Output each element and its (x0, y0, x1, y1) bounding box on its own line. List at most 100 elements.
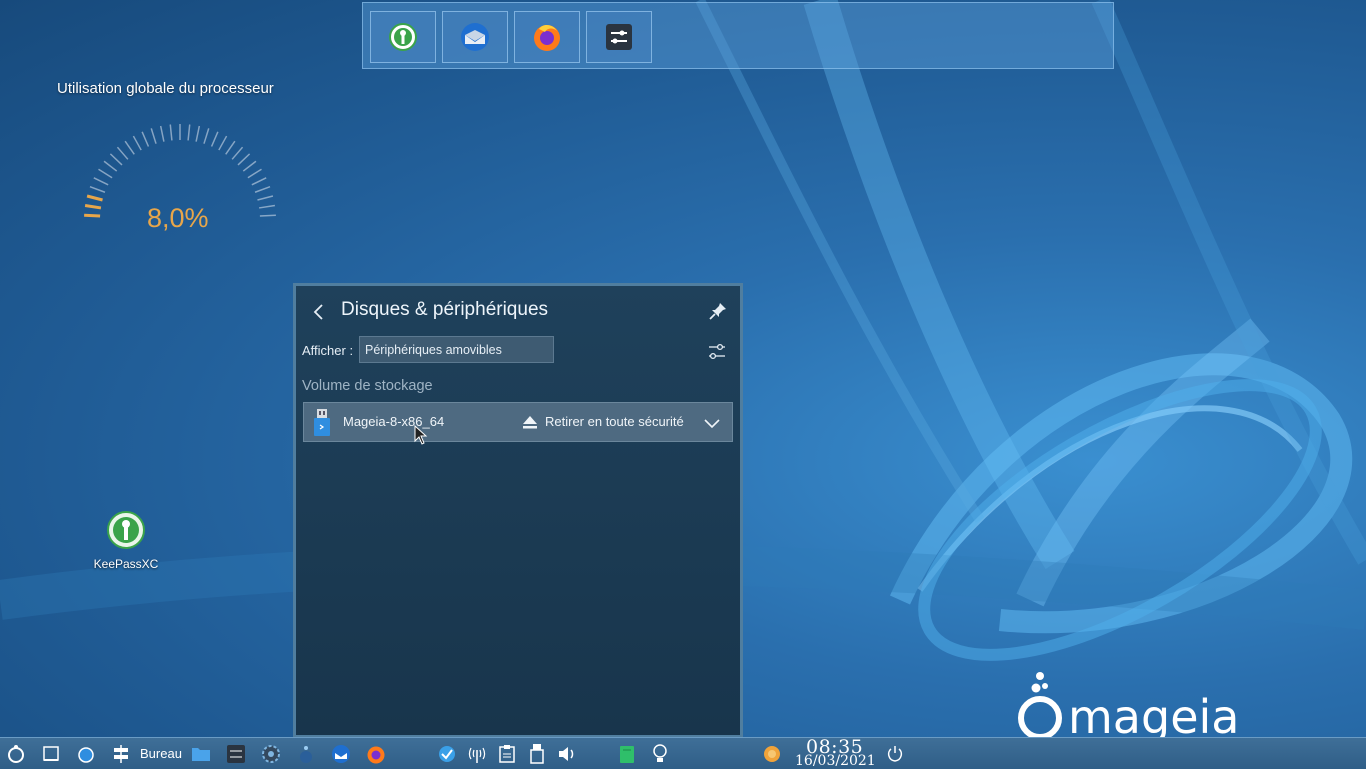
section-title: Volume de stockage (302, 378, 433, 394)
chevron-down-icon[interactable] (703, 414, 721, 432)
mageia-icon (78, 747, 94, 763)
device-name: Mageia-8-x86_64 (343, 414, 445, 429)
thunderbird-taskbar-button[interactable] (330, 743, 352, 765)
settings-launcher-button[interactable] (586, 11, 652, 63)
speaker-icon (559, 747, 574, 761)
cpu-usage-value: 8,0% (147, 203, 209, 233)
cpu-gauge-tick (259, 214, 276, 217)
cpu-gauge-tick (225, 140, 236, 155)
show-desktop-icon (43, 746, 59, 761)
cpu-gauge-tick (109, 153, 123, 166)
cpu-gauge-tick (258, 204, 276, 209)
system-settings-icon (606, 24, 632, 50)
activity-switcher-button[interactable] (110, 743, 132, 765)
cpu-gauge-tick (84, 204, 102, 210)
keepassxc-icon (107, 511, 145, 549)
firefox-icon (534, 25, 560, 51)
cpu-gauge-tick (218, 135, 228, 151)
logo-text: mageia (1068, 690, 1239, 744)
usb-drive-icon (530, 744, 544, 764)
drakconf-button[interactable] (295, 743, 317, 765)
cpu-gauge-tick (254, 186, 271, 193)
filter-label: Afficher : (302, 343, 354, 358)
clock-date[interactable]: 16/03/2021 (795, 753, 876, 769)
pin-icon[interactable] (708, 301, 728, 321)
configure-icon[interactable] (706, 340, 728, 362)
taskbar: Bureau 08:35 16/03/2021 (0, 736, 1366, 769)
activity-label[interactable]: Bureau (140, 746, 182, 761)
firefox-icon (367, 746, 385, 764)
sd-card-icon (620, 746, 634, 763)
gear-icon (262, 745, 280, 763)
cpu-gauge-tick (242, 160, 257, 172)
folder-icon (192, 748, 210, 761)
cpu-gauge-tick (251, 177, 267, 186)
cpu-gauge-tick (84, 213, 101, 218)
cpu-gauge-tick (237, 153, 251, 166)
cpu-gauge-tick (247, 168, 262, 179)
system-settings-icon (227, 745, 245, 763)
cpu-gauge-tick (210, 131, 219, 147)
mouse-cursor-icon (414, 425, 428, 445)
cpu-gauge-tick (132, 135, 142, 151)
cpu-gauge-tick (86, 194, 103, 202)
night-color-button[interactable] (649, 743, 671, 765)
thunderbird-icon (332, 745, 350, 763)
update-notifier-button[interactable] (436, 743, 458, 765)
clipboard-icon (499, 745, 515, 763)
update-icon (439, 746, 455, 762)
network-antenna-icon (468, 747, 486, 763)
disks-devices-popup: Disques & périphériques Afficher : Périp… (293, 283, 743, 738)
mageia-tools-icon (300, 746, 312, 763)
usb-drive-icon (314, 409, 330, 436)
cpu-widget-title: Utilisation globale du processeur (57, 80, 274, 97)
mageia-control-center-button[interactable] (75, 743, 97, 765)
cpu-gauge-tick (98, 168, 113, 179)
power-icon (887, 746, 903, 762)
cpu-gauge-tick (150, 128, 157, 144)
mageia-menu-icon (8, 745, 24, 763)
cpu-gauge-tick (195, 125, 201, 142)
cpu-gauge-tick (103, 160, 118, 172)
cpu-gauge-tick (159, 125, 165, 142)
volume-button[interactable] (556, 743, 578, 765)
thunderbird-launcher-button[interactable] (442, 11, 508, 63)
software-center-button[interactable] (260, 743, 282, 765)
application-menu-button[interactable] (5, 743, 27, 765)
safely-remove-button[interactable]: Retirer en toute sécurité (545, 414, 684, 429)
back-arrow-icon[interactable] (310, 302, 328, 322)
weather-button[interactable] (761, 743, 783, 765)
cpu-gauge-tick (124, 140, 135, 155)
cpu-gauge-tick (169, 124, 173, 141)
cpu-gauge-tick (257, 195, 274, 201)
keepassxc-icon (389, 23, 417, 51)
battery-monitor-button[interactable] (616, 743, 638, 765)
keepassxc-launcher-button[interactable] (370, 11, 436, 63)
lightbulb-icon (653, 744, 667, 762)
leave-button[interactable] (884, 743, 906, 765)
cpu-gauge-tick (89, 186, 106, 193)
popup-title: Disques & périphériques (341, 299, 549, 320)
top-launcher-panel (362, 2, 1114, 69)
firefox-taskbar-button[interactable] (365, 743, 387, 765)
desktop-icon-keepassxc[interactable]: KeePassXC (90, 510, 162, 571)
network-button[interactable] (466, 743, 488, 765)
disks-devices-tray-button[interactable] (526, 743, 548, 765)
activities-icon (114, 745, 128, 763)
cpu-gauge-tick (116, 146, 129, 160)
file-manager-button[interactable] (190, 743, 212, 765)
sun-icon (764, 746, 780, 762)
show-desktop-button[interactable] (40, 743, 62, 765)
cpu-gauge-tick (231, 146, 244, 160)
eject-icon[interactable] (522, 414, 538, 430)
system-settings-button[interactable] (225, 743, 247, 765)
cpu-gauge-tick (203, 128, 210, 144)
thunderbird-icon (461, 23, 489, 51)
device-filter-select[interactable]: Périphériques amovibles (359, 336, 554, 363)
device-item[interactable]: Mageia-8-x86_64 Retirer en toute sécurit… (303, 402, 733, 442)
cpu-gauge-tick (187, 124, 191, 141)
firefox-launcher-button[interactable] (514, 11, 580, 63)
cpu-gauge-tick (141, 131, 150, 147)
desktop-icon-label: KeePassXC (93, 557, 159, 571)
clipboard-button[interactable] (496, 743, 518, 765)
